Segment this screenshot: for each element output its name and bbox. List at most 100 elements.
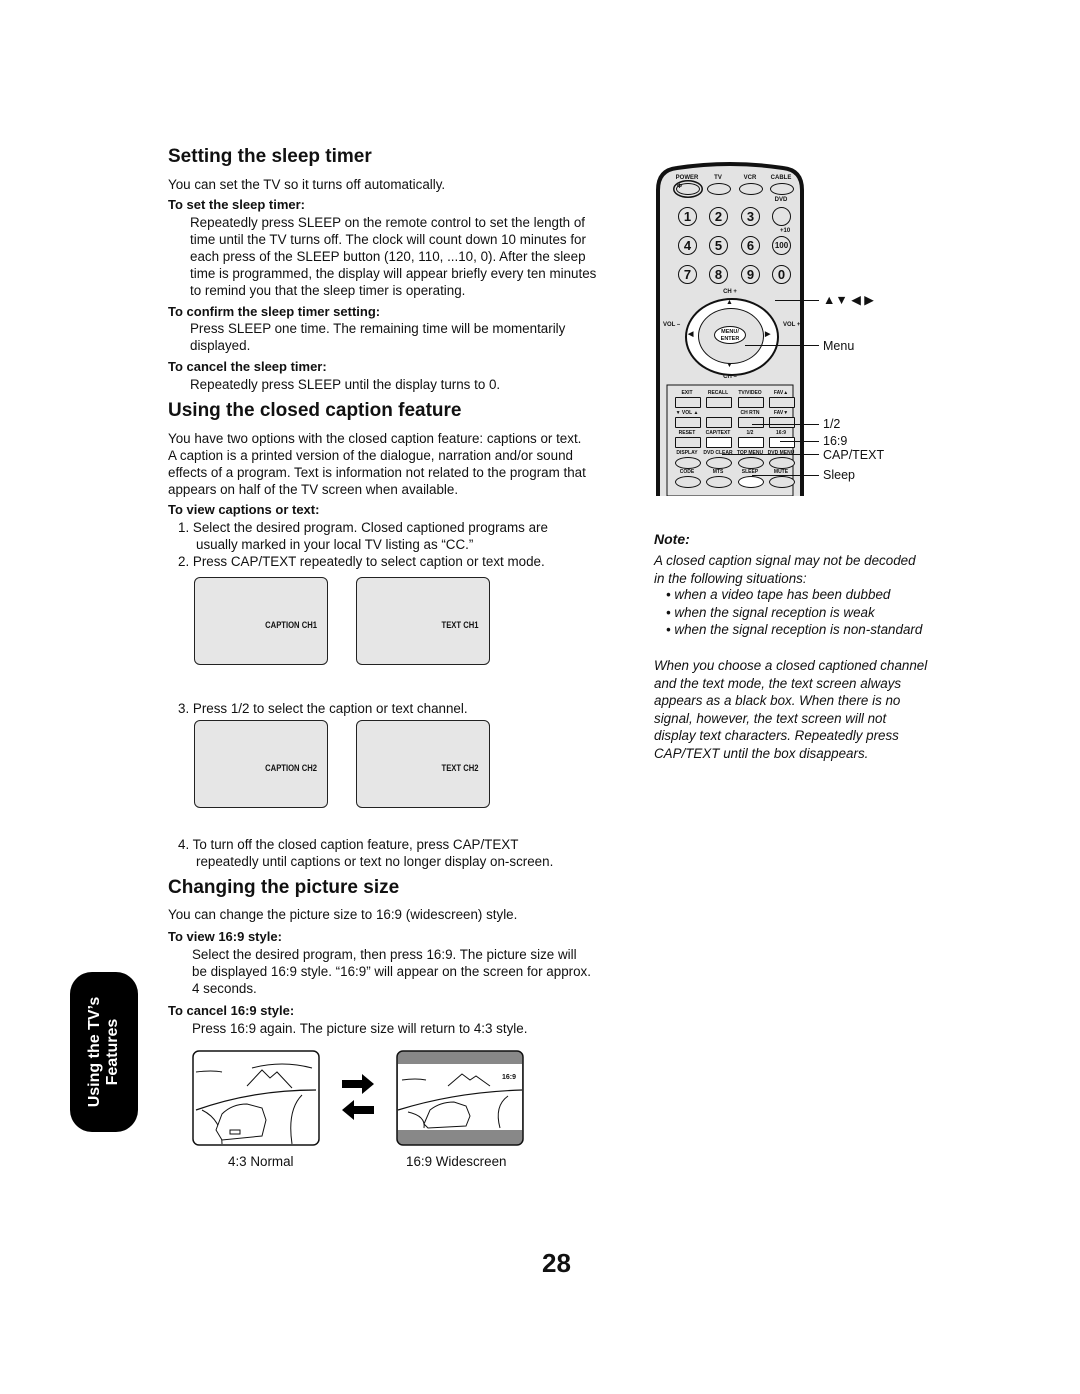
digit-button[interactable]: 2 <box>709 207 728 226</box>
note-bullet: • when the signal reception is weak <box>666 605 875 620</box>
remote-label: CABLE <box>770 175 792 181</box>
digit-button[interactable]: 5 <box>709 236 728 255</box>
confirm-sleep-heading: To confirm the sleep timer setting: <box>168 304 381 319</box>
remote-label: CH + <box>723 289 737 295</box>
screen-label: CAPTION CH1 <box>265 620 317 630</box>
remote-button[interactable] <box>706 397 732 408</box>
remote-button[interactable] <box>769 457 795 469</box>
callout-sleep: Sleep <box>823 468 855 482</box>
set-sleep-text: Repeatedly press SLEEP on the remote con… <box>190 214 630 299</box>
callout-captext: CAP/TEXT <box>823 448 885 462</box>
note-heading: Note: <box>654 531 690 547</box>
text-line: When you choose a closed captioned chann… <box>654 658 928 673</box>
text-line: effects of a program. Text is informatio… <box>168 465 586 480</box>
remote-label: MTS <box>712 469 724 475</box>
remote-button[interactable] <box>769 397 795 408</box>
bullet-text: when the signal reception is non-standar… <box>674 622 923 637</box>
remote-button[interactable] <box>675 397 701 408</box>
sleep-timer-intro: You can set the TV so it turns off autom… <box>168 177 446 192</box>
digit-button[interactable]: 4 <box>678 236 697 255</box>
right-arrow-icon[interactable]: ▶ <box>765 330 770 338</box>
widescreen-16-9-illustration <box>396 1050 524 1146</box>
leader-line <box>780 441 819 442</box>
step-4-cont: repeatedly until captions or text no lon… <box>196 854 554 869</box>
text-line: A closed caption signal may not be decod… <box>654 553 916 568</box>
digit-button[interactable]: 1 <box>678 207 697 226</box>
remote-button[interactable] <box>675 437 701 448</box>
cancel-169-heading: To cancel 16:9 style: <box>168 1003 295 1018</box>
closed-caption-title: Using the closed caption feature <box>168 400 462 421</box>
remote-button[interactable] <box>738 457 764 469</box>
picture-size-intro: You can change the picture size to 16:9 … <box>168 907 518 922</box>
normal-caption: 4:3 Normal <box>228 1154 294 1169</box>
remote-button[interactable] <box>706 417 732 428</box>
text-line: CAP/TEXT until the box disappears. <box>654 745 869 761</box>
remote-button[interactable] <box>738 476 764 488</box>
cancel-sleep-text: Repeatedly press SLEEP until the display… <box>190 377 501 392</box>
remote-label: +10 <box>780 228 791 234</box>
digit-button[interactable]: 9 <box>741 265 760 284</box>
remote-label: VOL + <box>783 322 801 328</box>
source-button[interactable] <box>707 183 731 195</box>
up-arrow-icon[interactable]: ▲ <box>726 299 733 306</box>
down-arrow-icon[interactable]: ▼ <box>726 362 733 369</box>
remote-button[interactable] <box>706 437 732 448</box>
remote-label: RECALL <box>707 390 729 396</box>
closed-caption-intro: You have two options with the closed cap… <box>168 430 586 498</box>
leader-line <box>752 475 819 476</box>
text-line: displayed. <box>190 338 251 353</box>
remote-button[interactable] <box>675 476 701 488</box>
remote-button[interactable] <box>738 417 764 428</box>
source-button[interactable] <box>739 183 763 195</box>
digit-button[interactable]: 100 <box>772 236 791 255</box>
digit-button[interactable]: 8 <box>709 265 728 284</box>
left-arrow-icon[interactable]: ◀ <box>688 330 693 338</box>
menu-enter-button[interactable]: MENU/ ENTER <box>714 326 746 344</box>
digit-button[interactable]: 0 <box>772 265 791 284</box>
remote-button[interactable] <box>769 476 795 488</box>
bullet-text: when the signal reception is weak <box>674 605 875 620</box>
remote-buttons: POWER Φ TV VCR CABLE DVD +10 1 2 3 4 5 6 100 7 8 9 0 CH + C… <box>655 160 805 496</box>
set-sleep-heading: To set the sleep timer: <box>168 197 306 212</box>
digit-button[interactable]: 6 <box>741 236 760 255</box>
page-number: 28 <box>542 1248 571 1278</box>
text-line: and the text mode, the text screen alway… <box>654 675 902 691</box>
remote-label: VCR <box>743 175 757 181</box>
leader-line <box>752 424 819 425</box>
remote-button[interactable] <box>738 437 764 448</box>
digit-button[interactable]: 7 <box>678 265 697 284</box>
text-line: time is programmed, the display will app… <box>190 266 597 281</box>
remote-button[interactable] <box>706 476 732 488</box>
remote-button[interactable] <box>675 457 701 469</box>
picture-size-title: Changing the picture size <box>168 877 400 898</box>
remote-button[interactable] <box>769 437 795 448</box>
callout-arrows: ▲▼ ◀ ▶ <box>823 293 874 307</box>
view-captions-heading: To view captions or text: <box>168 502 320 517</box>
text-line: display text characters. Repeatedly pres… <box>654 728 899 743</box>
note-lines: A closed caption signal may not be decod… <box>654 552 954 587</box>
text-line: in the following situations: <box>654 570 807 586</box>
remote-label: 16:9 <box>775 430 786 436</box>
remote-label: DVD CLEAR <box>703 450 733 456</box>
remote-label: CAP/TEXT <box>705 430 731 436</box>
remote-button[interactable] <box>738 397 764 408</box>
digit-button[interactable] <box>772 207 791 226</box>
remote-button[interactable] <box>769 417 795 428</box>
source-button[interactable] <box>770 183 794 195</box>
text-line: to remind you that the sleep timer is op… <box>190 283 466 298</box>
view-169-heading: To view 16:9 style: <box>168 929 282 944</box>
bullet-text: when a video tape has been dubbed <box>674 587 891 602</box>
text-line: appears as a black box. When there is no <box>654 693 901 708</box>
remote-button[interactable] <box>706 457 732 469</box>
power-button[interactable]: Φ <box>676 183 700 195</box>
callout-menu: Menu <box>823 339 855 353</box>
remote-button[interactable] <box>675 417 701 428</box>
leader-line <box>775 300 819 301</box>
text-line: 4 seconds. <box>192 981 257 996</box>
tab-line: Features <box>104 1018 121 1086</box>
screen-text-ch1: TEXT CH1 <box>356 577 490 665</box>
text-line: each press of the SLEEP button (120, 110… <box>190 249 586 264</box>
digit-button[interactable]: 3 <box>741 207 760 226</box>
screen-label: CAPTION CH2 <box>265 763 317 773</box>
text-line: You have two options with the closed cap… <box>168 431 582 446</box>
